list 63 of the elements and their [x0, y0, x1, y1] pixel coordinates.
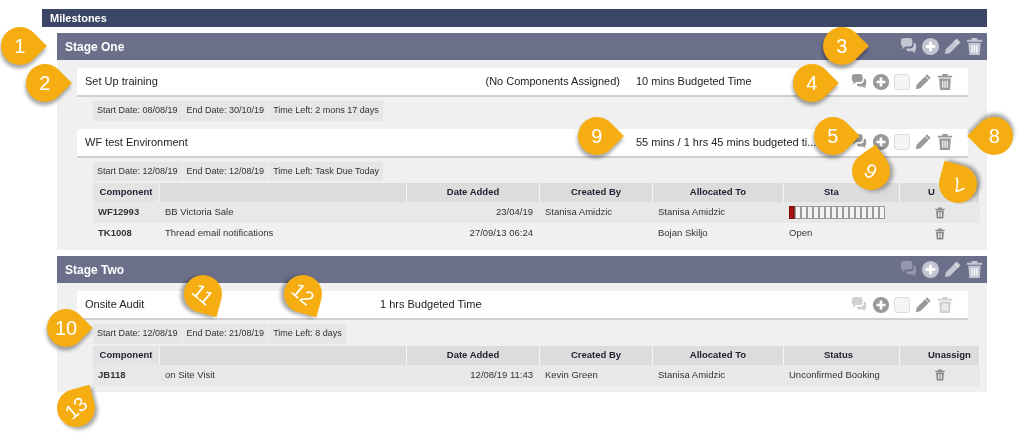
column-header: Status [784, 345, 900, 365]
plus-circle-icon[interactable] [872, 72, 890, 91]
unassign-trash-icon[interactable] [934, 369, 946, 381]
comments-icon[interactable] [850, 72, 868, 91]
table-cell-text: on Site Visit [164, 367, 216, 382]
unassign-trash-icon[interactable] [934, 227, 946, 240]
date-info: End Date: 21/08/19 [182, 324, 269, 344]
date-info: Start Date: 08/08/19 [93, 101, 182, 121]
checkbox[interactable] [894, 134, 910, 150]
date-info: Time Left: 2 mons 17 days [269, 101, 383, 121]
panel-title: Milestones [42, 9, 987, 27]
components-note: (No Components Assigned) [485, 74, 620, 90]
table-cell-text: Unconfirmed Booking [788, 367, 881, 382]
column-header: Date Added [407, 183, 540, 202]
plus-circle-icon[interactable] [921, 37, 940, 56]
column-header: Unassign [900, 345, 980, 365]
date-info: Start Date: 12/08/19 [93, 161, 182, 181]
table-cell-text: 27/09/13 06:24 [468, 226, 534, 241]
table-cell-text: Open [788, 226, 814, 241]
plus-circle-icon[interactable] [921, 260, 940, 279]
column-header: Created By [540, 183, 653, 202]
trash-icon[interactable] [965, 37, 984, 56]
date-info: Time Left: 8 days [269, 324, 346, 344]
budget-time: 1 hrs Budgeted Time [380, 298, 482, 311]
pencil-icon[interactable] [943, 260, 962, 279]
table-cell-text: Thread email notifications [164, 226, 275, 241]
trash-icon[interactable] [936, 133, 954, 151]
budget-time: 10 mins Budgeted Time [636, 75, 752, 88]
table-cell-text: BB Victoria Sale [164, 205, 235, 220]
plus-circle-icon[interactable] [872, 295, 890, 314]
table-cell-text: Stanisa Amidzic [657, 367, 727, 382]
pencil-icon[interactable] [914, 295, 932, 314]
table-cell-text: Stanisa Amidzic [544, 205, 614, 220]
component-id: TK1008 [97, 226, 133, 241]
table-cell-text: Bojan Skiljo [657, 226, 709, 241]
component-id: JB118 [97, 367, 127, 382]
trash-icon[interactable] [936, 72, 954, 91]
column-header: Allocated To [653, 183, 784, 202]
date-info: Start Date: 12/08/19 [93, 324, 182, 344]
checkbox[interactable] [894, 296, 910, 313]
date-info: End Date: 12/08/19 [182, 161, 269, 181]
stage-title: Stage One [65, 38, 125, 56]
plus-circle-icon[interactable] [872, 133, 890, 151]
table-cell-text: 23/04/19 [495, 205, 534, 220]
pencil-icon[interactable] [914, 72, 932, 91]
date-info: Time Left: Task Due Today [269, 161, 383, 181]
stage-title: Stage Two [65, 261, 125, 279]
comments-icon[interactable] [899, 37, 918, 56]
task-name: WF test Environment [84, 134, 189, 150]
date-info: End Date: 30/10/19 [182, 101, 269, 121]
column-header: Created By [540, 345, 653, 365]
table-cell-text: 12/08/19 11:43 [469, 367, 534, 382]
table-cell-text: Kevin Green [544, 367, 599, 382]
column-header: Allocated To [653, 345, 784, 365]
unassign-trash-icon[interactable] [934, 206, 946, 219]
table-cell-text: Stanisa Amidzic [657, 205, 727, 220]
pencil-icon[interactable] [914, 133, 932, 151]
task-name: Set Up training [84, 74, 159, 90]
component-id: WF12993 [97, 205, 141, 220]
column-header: Date Added [407, 345, 540, 365]
checkbox[interactable] [894, 73, 910, 90]
pencil-icon[interactable] [943, 37, 962, 56]
trash-icon[interactable] [965, 260, 984, 279]
